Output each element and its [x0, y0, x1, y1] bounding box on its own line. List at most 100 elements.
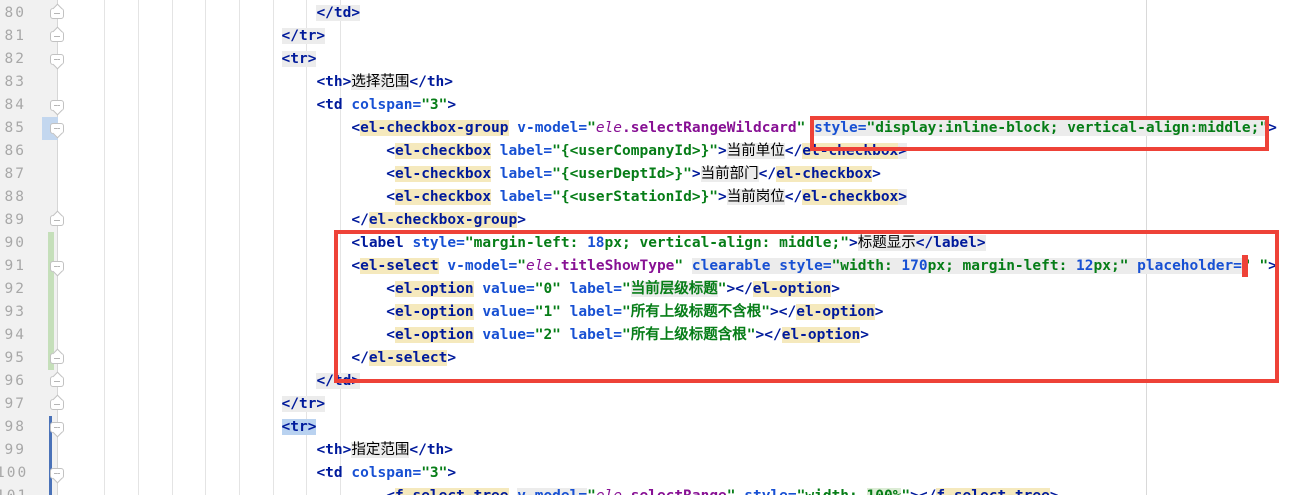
code-token — [72, 396, 282, 412]
code-token — [72, 235, 351, 251]
code-token — [72, 465, 316, 481]
line-number: 90 — [0, 232, 26, 255]
code-token: > — [910, 488, 919, 495]
code-token: </ — [785, 143, 802, 159]
code-token: <th> — [316, 442, 351, 458]
line-number: 81 — [0, 25, 26, 48]
code-text: <td colspan="3"> — [72, 462, 456, 485]
code-token: </ — [919, 488, 936, 495]
code-token — [72, 5, 316, 21]
code-text: <el-checkbox label="{<userDeptId>}">当前部门… — [72, 163, 881, 186]
fold-end-icon[interactable] — [50, 31, 64, 42]
fold-collapse-icon[interactable] — [50, 100, 64, 111]
code-token: < — [386, 143, 395, 159]
code-text: </td> — [72, 2, 360, 25]
code-token — [72, 189, 386, 205]
code-token: 当前部门 — [701, 166, 759, 182]
fold-end-icon[interactable] — [50, 376, 64, 387]
code-token: > — [898, 189, 907, 205]
code-token: </td> — [316, 5, 360, 21]
code-token — [491, 166, 500, 182]
code-token: > — [517, 212, 526, 228]
code-token: < — [386, 166, 395, 182]
code-token — [72, 74, 316, 90]
annotation-red-bar — [1242, 255, 1248, 277]
code-text: <el-checkbox label="{<userStationId>}">当… — [72, 186, 907, 209]
code-line[interactable]: 83 <th>选择范围</th> — [0, 71, 1312, 94]
vcs-modified-bar — [49, 439, 52, 462]
code-token: label= — [500, 189, 552, 205]
code-token: .selectRange — [622, 488, 727, 495]
code-line[interactable]: 88 <el-checkbox label="{<userStationId>}… — [0, 186, 1312, 209]
code-line[interactable]: 82 <tr> — [0, 48, 1312, 71]
fold-collapse-icon[interactable] — [50, 123, 64, 134]
code-line[interactable]: 81 </tr> — [0, 25, 1312, 48]
code-token: < — [351, 120, 360, 136]
code-token — [72, 166, 386, 182]
vcs-added-bar — [48, 278, 54, 301]
code-token: </th> — [409, 74, 453, 90]
code-token: " — [727, 488, 736, 495]
code-token — [72, 51, 282, 67]
code-token — [72, 419, 282, 435]
code-line[interactable]: 80 </td> — [0, 2, 1312, 25]
code-line[interactable]: 89 </el-checkbox-group> — [0, 209, 1312, 232]
code-text: </td> — [72, 370, 360, 393]
fold-collapse-icon[interactable] — [50, 468, 64, 479]
code-token: < — [386, 488, 395, 495]
code-token: f-select-tree — [395, 488, 509, 495]
line-number: 85 — [0, 117, 26, 140]
code-line[interactable]: 98 <tr> — [0, 416, 1312, 439]
code-line[interactable]: 87 <el-checkbox label="{<userDeptId>}">当… — [0, 163, 1312, 186]
line-number: 87 — [0, 163, 26, 186]
fold-end-icon[interactable] — [50, 399, 64, 410]
code-token — [72, 488, 386, 495]
code-token: el-checkbox-group — [369, 212, 517, 228]
fold-collapse-icon[interactable] — [50, 422, 64, 433]
code-token: el-checkbox — [395, 189, 491, 205]
code-text: <td colspan="3"> — [72, 94, 456, 117]
line-number: 83 — [0, 71, 26, 94]
code-text: <tr> — [72, 48, 316, 71]
code-token: 当前岗位 — [727, 189, 785, 205]
code-token: > — [718, 189, 727, 205]
code-token: > — [1050, 488, 1059, 495]
line-number: 88 — [0, 186, 26, 209]
code-token: el-checkbox-group — [360, 120, 508, 136]
fold-end-icon[interactable] — [50, 215, 64, 226]
fold-end-icon[interactable] — [50, 8, 64, 19]
fold-end-icon[interactable] — [50, 353, 64, 364]
code-token: style= — [744, 488, 796, 495]
code-token: "{<userDeptId>}" — [552, 166, 692, 182]
code-token: </tr> — [282, 28, 326, 44]
line-number: 96 — [0, 370, 26, 393]
code-token: ele — [596, 488, 622, 495]
fold-collapse-icon[interactable] — [50, 54, 64, 65]
code-line[interactable]: 84 <td colspan="3"> — [0, 94, 1312, 117]
code-token: el-checkbox — [776, 166, 872, 182]
code-token: </ — [759, 166, 776, 182]
code-token: <td — [316, 97, 351, 113]
code-token: colspan= — [351, 465, 421, 481]
code-token: > — [447, 465, 456, 481]
code-token: </th> — [409, 442, 453, 458]
line-number: 86 — [0, 140, 26, 163]
code-token — [72, 258, 351, 274]
code-token — [72, 97, 316, 113]
code-token: > — [447, 97, 456, 113]
code-token: colspan= — [351, 97, 421, 113]
code-token — [72, 442, 316, 458]
code-token — [509, 120, 518, 136]
code-token — [491, 143, 500, 159]
fold-collapse-icon[interactable] — [50, 261, 64, 272]
code-line[interactable]: 101 <f-select-tree v-model="ele.selectRa… — [0, 485, 1312, 495]
line-number: 98 — [0, 416, 26, 439]
vcs-added-bar — [48, 232, 54, 255]
code-line[interactable]: 97 </tr> — [0, 393, 1312, 416]
code-token: <tr> — [282, 419, 317, 435]
code-token: "3" — [421, 97, 447, 113]
code-line[interactable]: 100 <td colspan="3"> — [0, 462, 1312, 485]
code-token: "3" — [421, 465, 447, 481]
code-line[interactable]: 99 <th>指定范围</th> — [0, 439, 1312, 462]
code-token: 当前单位 — [727, 143, 785, 159]
